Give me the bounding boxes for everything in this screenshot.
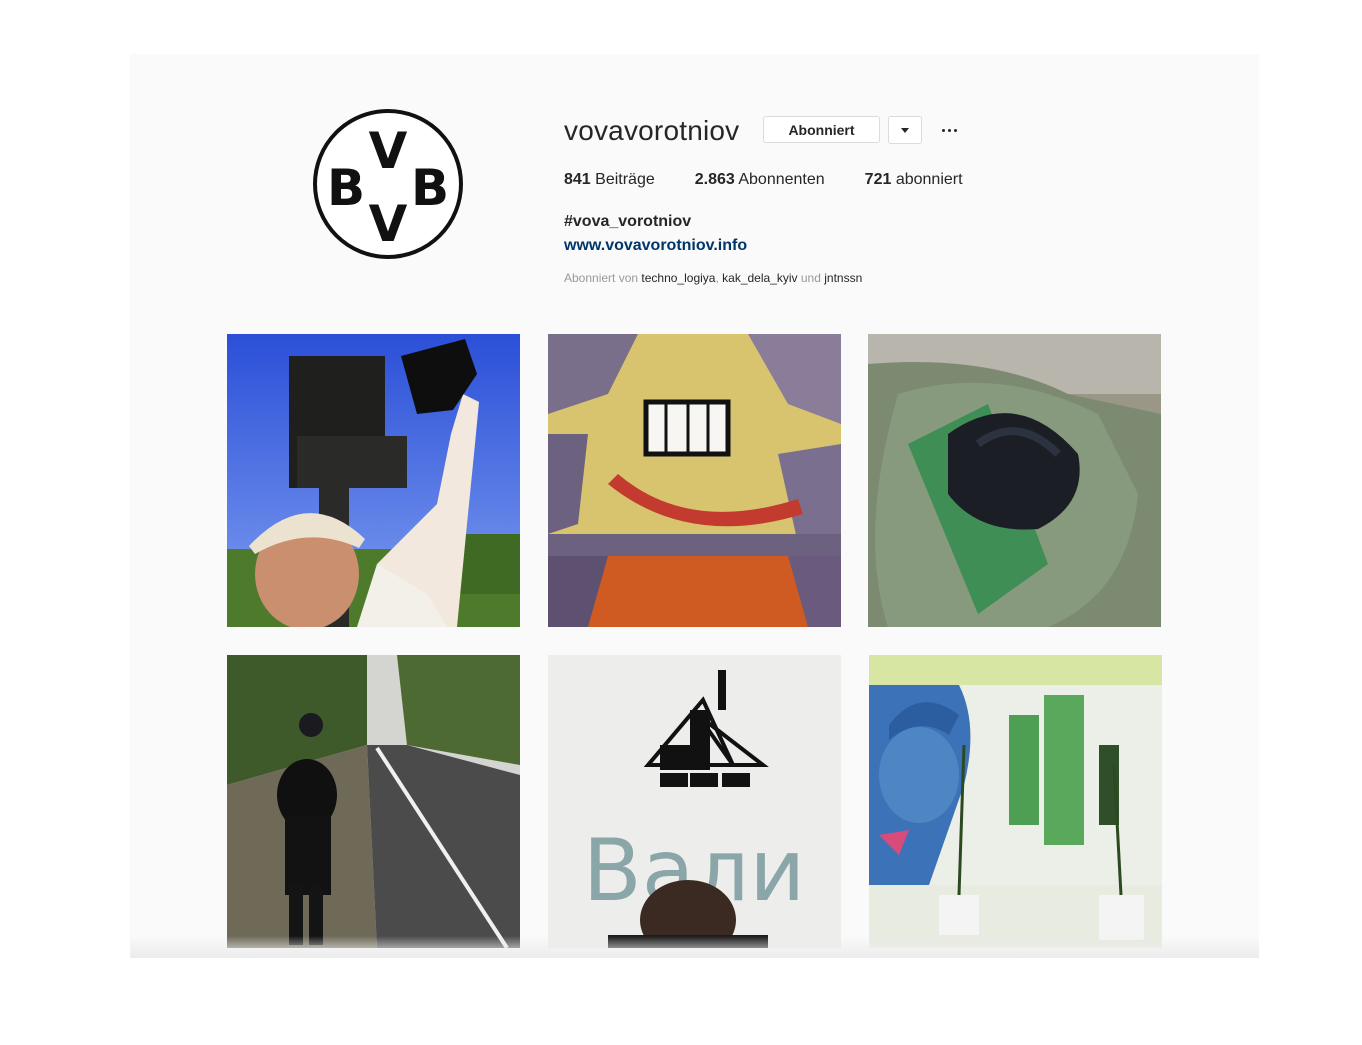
posts-stat: 841 Beiträge xyxy=(564,171,655,189)
post-image: Вали xyxy=(548,655,841,948)
bvb-logo-icon: V B B V xyxy=(313,109,463,259)
following-count: 721 xyxy=(864,171,892,188)
bio-website-link[interactable]: www.vovavorotniov.info xyxy=(564,237,747,255)
svg-text:B: B xyxy=(327,159,365,217)
svg-text:B: B xyxy=(411,159,449,217)
followed-by-user[interactable]: techno_logiya xyxy=(641,271,715,285)
post-thumbnail[interactable] xyxy=(227,334,520,627)
svg-text:V: V xyxy=(369,122,408,180)
profile-stats: 841 Beiträge 2.863 Abonnenten 721 abonni… xyxy=(564,171,1003,189)
post-image xyxy=(227,655,520,948)
profile-page: V B B V vovavorotniov Abonniert 841 Beit… xyxy=(130,54,1259,958)
following-label: abonniert xyxy=(895,171,963,188)
post-image xyxy=(227,334,520,627)
post-thumbnail[interactable] xyxy=(868,334,1161,627)
following-stat[interactable]: 721 abonniert xyxy=(865,171,963,189)
posts-label: Beiträge xyxy=(595,171,655,188)
avatar[interactable]: V B B V xyxy=(312,108,464,260)
bio-name: #vova_vorotniov xyxy=(564,213,692,230)
ellipsis-icon xyxy=(941,128,957,132)
post-image xyxy=(868,334,1161,627)
followed-by-conjunction: und xyxy=(800,271,821,285)
post-thumbnail[interactable]: Вали xyxy=(548,655,841,948)
separator: , xyxy=(715,271,719,285)
followed-by-user[interactable]: kak_dela_kyiv xyxy=(722,271,797,285)
followers-label: Abonnenten xyxy=(738,171,825,188)
options-button[interactable] xyxy=(936,116,962,144)
post-thumbnail[interactable] xyxy=(548,334,841,627)
followed-by-user[interactable]: jntnssn xyxy=(824,271,862,285)
followed-by: Abonniert von techno_logiya, kak_dela_ky… xyxy=(564,271,862,285)
post-image xyxy=(548,334,841,627)
post-thumbnail[interactable] xyxy=(227,655,520,948)
followed-by-prefix: Abonniert von xyxy=(564,271,639,285)
following-button[interactable]: Abonniert xyxy=(763,116,880,143)
caret-down-icon xyxy=(901,127,909,133)
followers-stat[interactable]: 2.863 Abonnenten xyxy=(695,171,825,189)
posts-count: 841 xyxy=(564,171,591,188)
profile-username: vovavorotniov xyxy=(564,115,740,146)
suggestions-dropdown-button[interactable] xyxy=(888,116,922,144)
followers-count: 2.863 xyxy=(694,171,735,188)
post-thumbnail[interactable] xyxy=(869,655,1162,948)
svg-text:V: V xyxy=(369,195,408,253)
post-image xyxy=(869,655,1162,948)
